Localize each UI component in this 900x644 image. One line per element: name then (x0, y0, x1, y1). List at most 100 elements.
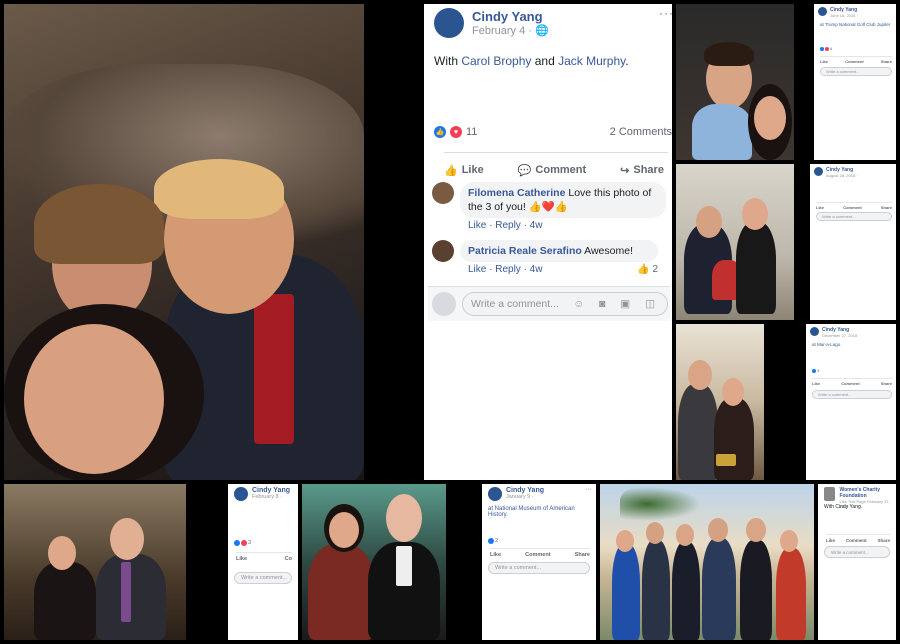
man-face (110, 518, 144, 560)
share-icon: ↪ (620, 164, 630, 177)
comment-button[interactable]: 💬 Comment (518, 158, 586, 182)
like-button[interactable]: Like (826, 538, 835, 543)
palm-trees (620, 484, 710, 524)
author-avatar[interactable] (434, 8, 464, 38)
person-face-3 (676, 524, 694, 546)
commenter-name[interactable]: Patricia Reale Serafino (468, 245, 582, 257)
author-name[interactable]: Cindy Yang (252, 487, 290, 494)
post-date[interactable]: February 8 · (252, 494, 290, 500)
reaction-summary[interactable]: 2 (488, 538, 498, 544)
facebook-post-august: Cindy Yang August 28, 2018 · Like Comment S… (810, 164, 896, 320)
like-button[interactable]: 👍 Like (444, 158, 484, 182)
comment-placeholder: Write a comment... (831, 549, 869, 555)
comment-button[interactable]: Comment (845, 59, 863, 64)
like-button[interactable]: Like (490, 552, 501, 558)
share-button[interactable]: Share (881, 381, 892, 386)
with-tag[interactable]: With Cindy Yang. (824, 504, 862, 510)
comment-button[interactable]: Comment (846, 538, 867, 543)
like-button[interactable]: Like (236, 556, 247, 562)
more-options-icon[interactable]: ··· (585, 486, 592, 493)
like-button[interactable]: Like (816, 205, 824, 210)
comment-input[interactable]: Write a comment... (824, 546, 890, 558)
photo-selfie-man-woman (676, 4, 794, 160)
share-button[interactable]: Share (575, 552, 590, 558)
like-button[interactable]: Like (812, 381, 820, 386)
share-button[interactable]: ↪ Share (620, 158, 664, 182)
comment-button[interactable]: Comment (525, 552, 550, 558)
author-avatar[interactable] (488, 487, 502, 501)
photo-woman-man-tuxedo (302, 484, 446, 640)
more-options-icon[interactable]: ··· (659, 6, 672, 20)
post-date[interactable]: January 9 · (506, 494, 544, 500)
comment-placeholder: Write a comment... (826, 69, 860, 74)
post-header: Cindy Yang December 27, 2018 · (810, 327, 860, 338)
post-location[interactable]: at Trump National Golf Club Jupiter (820, 22, 890, 27)
post-date[interactable]: June 16, 2018 · (830, 13, 858, 18)
woman-blue-dress (612, 544, 640, 640)
author-avatar[interactable] (234, 487, 248, 501)
love-reaction-icon (825, 46, 829, 51)
man-face (696, 206, 722, 238)
blonde-hair (154, 159, 284, 219)
facebook-post-charity-foundation: Women's Charity Foundation Like This Pag… (818, 484, 896, 640)
photo-man-woman-gold (676, 324, 764, 480)
man-suit-2 (672, 542, 700, 640)
comment-bubble: Filomena Catherine Love this photo of th… (460, 182, 666, 218)
woman-red-outfit (776, 548, 806, 640)
comment-button[interactable]: Comment (841, 381, 859, 386)
woman-face (48, 536, 76, 570)
post-header: Cindy Yang August 28, 2018 · (814, 167, 858, 178)
comment-meta[interactable]: Like · Reply · 4w (468, 220, 666, 231)
comments-count[interactable]: 2 Comments (610, 126, 672, 138)
comment-input[interactable]: Write a comment... ☺ ◙ ▣ ◫ (462, 292, 668, 316)
author-avatar[interactable] (818, 7, 827, 16)
tagged-person-2[interactable]: Jack Murphy (558, 54, 625, 68)
author-name[interactable]: Cindy Yang (506, 487, 544, 494)
comment-input[interactable]: Write a comment... (488, 562, 590, 574)
comment-meta[interactable]: Like · Reply · 4w (468, 264, 542, 275)
post-location[interactable]: at Mar-a-Lago. (812, 342, 842, 347)
reaction-summary[interactable]: 👍 ♥ 11 (434, 126, 477, 138)
post-body: With Carol Brophy and Jack Murphy. (434, 54, 629, 68)
commenter-avatar[interactable] (432, 182, 454, 204)
comment-input[interactable]: Write a comment... (820, 67, 892, 76)
comment-input[interactable]: Write a comment... (234, 572, 292, 584)
page-name[interactable]: Women's Charity Foundation (839, 487, 896, 499)
author-avatar[interactable] (810, 327, 819, 336)
comment-label: Comment (535, 164, 587, 176)
post-date[interactable]: December 27, 2018 · (822, 333, 860, 338)
reaction-summary[interactable]: 3 (812, 368, 819, 373)
selfie-photo (4, 4, 364, 480)
post-location[interactable]: at National Museum of American History. (488, 506, 596, 518)
woman-dark-outfit (34, 562, 96, 640)
emoji-camera-gif-sticker-icons[interactable]: ☺ ◙ ▣ ◫ (573, 298, 661, 310)
like-button[interactable]: Like (820, 59, 828, 64)
with-label: With (434, 54, 458, 68)
comment-input[interactable]: Write a comment... (816, 212, 892, 221)
share-button[interactable]: Share (881, 205, 892, 210)
post-date[interactable]: August 28, 2018 · (826, 173, 858, 178)
author-name[interactable]: Cindy Yang (472, 9, 549, 24)
man-suit-3 (702, 538, 736, 640)
share-button[interactable]: Share (881, 59, 892, 64)
period: . (625, 54, 629, 68)
comment-input[interactable]: Write a comment... (812, 390, 892, 399)
page-avatar[interactable] (824, 487, 836, 501)
author-avatar[interactable] (814, 167, 823, 176)
facebook-post-museum: Cindy Yang January 9 · ··· at National Mu… (482, 484, 596, 640)
reaction-summary[interactable]: 6 (820, 46, 832, 51)
comment-button[interactable]: Co (285, 556, 292, 562)
reaction-summary[interactable]: 3 (234, 540, 251, 546)
write-comment-bar: Write a comment... ☺ ◙ ▣ ◫ (428, 286, 670, 321)
photo-man-with-child (676, 164, 794, 320)
comment-button[interactable]: Comment (843, 205, 861, 210)
man-suit-4 (740, 540, 772, 640)
post-date[interactable]: February 4 · (472, 25, 535, 37)
woman-face (329, 512, 359, 548)
commenter-avatar[interactable] (432, 240, 454, 262)
share-button[interactable]: Share (877, 538, 890, 543)
tagged-person-1[interactable]: Carol Brophy (461, 54, 531, 68)
commenter-name[interactable]: Filomena Catherine (468, 187, 565, 199)
woman-face (722, 378, 744, 406)
post-actions: Like Co (236, 552, 292, 562)
